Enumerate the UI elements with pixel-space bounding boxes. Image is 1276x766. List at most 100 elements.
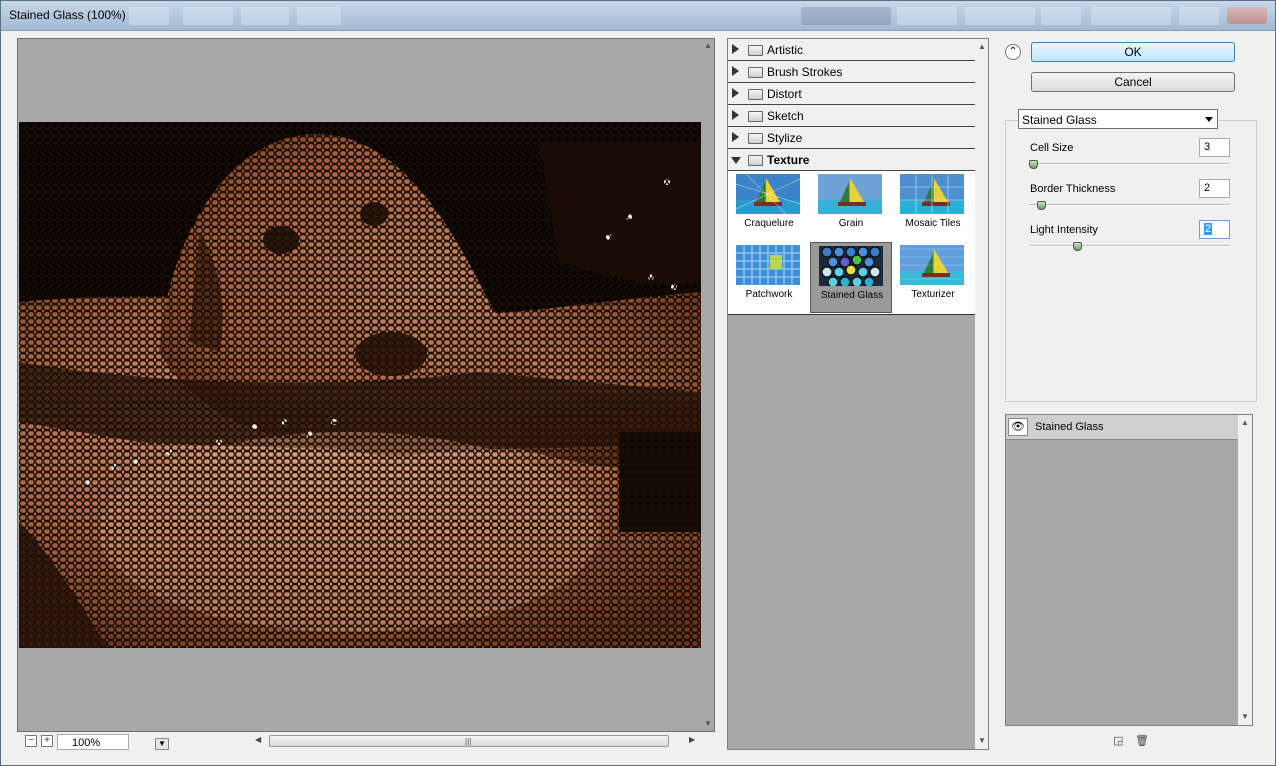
expand-triangle-icon[interactable] (732, 88, 739, 98)
close-button[interactable] (1227, 7, 1267, 24)
light-intensity-slider-track[interactable] (1029, 245, 1230, 247)
thumb-label: Patchwork (745, 289, 793, 300)
light-intensity-value: 2 (1204, 223, 1213, 235)
scroll-thumb[interactable]: ||| (269, 735, 669, 747)
texturizer-thumbnail (900, 245, 964, 285)
thumb-label: Stained Glass (820, 290, 884, 301)
border-thickness-slider-track[interactable] (1029, 204, 1230, 206)
filter-select[interactable]: Stained Glass (1018, 109, 1218, 129)
patchwork-thumbnail (736, 245, 800, 285)
chevron-down-icon (1205, 117, 1213, 122)
trash-icon[interactable]: 🗑 (1135, 734, 1149, 747)
folder-icon (748, 89, 763, 100)
category-label: Artistic (767, 43, 803, 57)
app-bar-ghost-button (129, 7, 169, 25)
thumb-craquelure[interactable]: Craquelure (728, 171, 810, 242)
new-effect-layer-icon[interactable]: ◲ (1113, 734, 1125, 747)
cell-size-slider-knob[interactable] (1029, 160, 1038, 169)
cell-size-value: 3 (1204, 141, 1211, 153)
thumb-patchwork[interactable]: Patchwork (728, 242, 810, 313)
border-thickness-label: Border Thickness (1030, 183, 1116, 195)
light-intensity-slider-knob[interactable] (1073, 242, 1082, 251)
thumb-label: Mosaic Tiles (905, 218, 961, 229)
folder-icon (748, 67, 763, 78)
thumb-label: Texturizer (911, 289, 955, 300)
expand-triangle-icon[interactable] (732, 110, 739, 120)
border-thickness-slider-knob[interactable] (1037, 201, 1046, 210)
thumb-label: Craquelure (744, 218, 794, 229)
layers-scrollbar[interactable]: ▲ ▼ (1238, 415, 1252, 725)
filter-gallery-window: Stained Glass (100%) ▲ ▼ − + 100% ▼ ◀ ||… (0, 0, 1276, 766)
category-label: Sketch (767, 109, 804, 123)
ok-button[interactable]: OK (1031, 42, 1235, 62)
preview-vertical-scrollbar[interactable]: ▲ ▼ (702, 39, 714, 731)
category-label: Stylize (767, 131, 803, 145)
light-intensity-input[interactable]: 2 (1199, 220, 1230, 239)
expand-triangle-icon[interactable] (732, 66, 739, 76)
grip-icon: ||| (465, 737, 472, 746)
thumb-label: Grain (838, 218, 864, 229)
collapse-triangle-icon[interactable] (731, 157, 741, 164)
scroll-left-arrow-icon[interactable]: ◀ (255, 735, 261, 744)
scroll-down-arrow-icon[interactable]: ▼ (1241, 712, 1249, 721)
app-bar-ghost-button (297, 7, 341, 25)
effect-layer-row[interactable]: 👁 Stained Glass (1006, 415, 1238, 440)
scroll-up-arrow-icon[interactable]: ▲ (978, 42, 986, 51)
scroll-up-arrow-icon[interactable]: ▲ (1241, 418, 1249, 427)
category-artistic[interactable]: Artistic (728, 39, 975, 61)
grain-thumbnail (818, 174, 882, 214)
folder-icon (748, 133, 763, 144)
chevron-down-icon[interactable]: ▼ (155, 738, 169, 750)
filter-select-value: Stained Glass (1022, 113, 1097, 127)
title-bar: Stained Glass (100%) (1, 1, 1275, 31)
category-sketch[interactable]: Sketch (728, 105, 975, 127)
border-thickness-input[interactable]: 2 (1199, 179, 1230, 198)
cell-size-input[interactable]: 3 (1199, 138, 1230, 157)
folder-icon (748, 111, 763, 122)
workspace-ghost-tab (1041, 7, 1081, 25)
category-label: Texture (767, 153, 810, 167)
scroll-down-arrow-icon[interactable]: ▼ (704, 719, 712, 728)
scroll-up-arrow-icon[interactable]: ▲ (704, 41, 712, 50)
light-intensity-label: Light Intensity (1030, 224, 1098, 236)
thumb-texturizer[interactable]: Texturizer (892, 242, 974, 313)
zoom-bar: − + 100% ▼ ◀ ||| ▶ (17, 732, 715, 752)
effect-layers-panel: 👁 Stained Glass ▲ ▼ (1005, 414, 1253, 726)
filter-gallery-list: Artistic Brush Strokes Distort Sketch St (727, 38, 989, 750)
zoom-select[interactable]: 100% ▼ (57, 734, 169, 750)
workspace-ghost-tab (897, 7, 957, 25)
category-distort[interactable]: Distort (728, 83, 975, 105)
effect-layer-label: Stained Glass (1035, 421, 1104, 433)
zoom-in-button[interactable]: + (41, 735, 53, 747)
eye-icon[interactable]: 👁 (1008, 418, 1028, 436)
cell-size-label: Cell Size (1030, 142, 1074, 154)
craquelure-thumbnail (736, 174, 800, 214)
preview-horizontal-scrollbar[interactable]: ◀ ||| ▶ (253, 734, 699, 748)
thumb-stained-glass[interactable]: Stained Glass (810, 242, 892, 313)
gallery-scrollbar[interactable]: ▲ ▼ (975, 39, 988, 749)
folder-icon (748, 45, 763, 56)
mosaic-tiles-thumbnail (900, 174, 964, 214)
app-bar-ghost-button (241, 7, 289, 25)
cell-size-slider-track[interactable] (1029, 163, 1230, 165)
scroll-down-arrow-icon[interactable]: ▼ (978, 736, 986, 745)
zoom-out-button[interactable]: − (25, 735, 37, 747)
cancel-button[interactable]: Cancel (1031, 72, 1235, 92)
category-stylize[interactable]: Stylize (728, 127, 975, 149)
scroll-right-arrow-icon[interactable]: ▶ (689, 735, 695, 744)
zoom-value: 100% (72, 737, 101, 749)
expand-triangle-icon[interactable] (732, 132, 739, 142)
stained-glass-thumbnail (819, 246, 883, 286)
preview-pane[interactable]: ▲ ▼ (17, 38, 715, 732)
thumb-grain[interactable]: Grain (810, 171, 892, 242)
folder-open-icon (748, 155, 763, 166)
collapse-gallery-button[interactable]: ⌃ (1005, 44, 1021, 60)
search-ghost-field (1091, 7, 1171, 25)
thumb-mosaic-tiles[interactable]: Mosaic Tiles (892, 171, 974, 242)
category-brush-strokes[interactable]: Brush Strokes (728, 61, 975, 83)
category-label: Brush Strokes (767, 65, 843, 79)
category-texture[interactable]: Texture (728, 149, 975, 171)
expand-triangle-icon[interactable] (732, 44, 739, 54)
stained-glass-dog-image (19, 122, 701, 648)
texture-thumbnails: Craquelure Grain Mosaic Tiles Patchwork … (728, 171, 975, 315)
